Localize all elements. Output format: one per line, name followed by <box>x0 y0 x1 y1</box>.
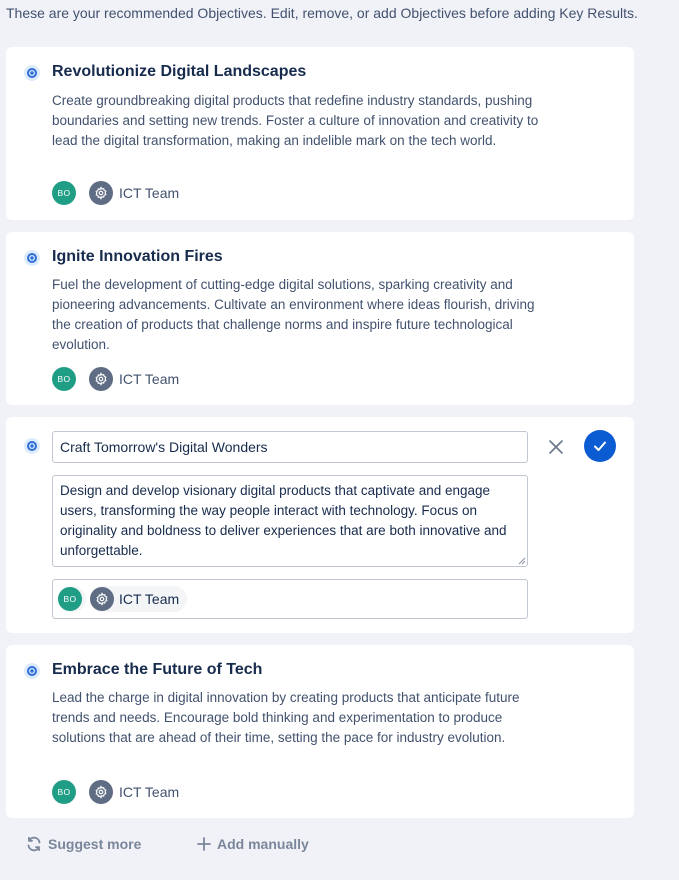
team-label: ICT Team <box>119 591 180 607</box>
objective-target-icon <box>24 65 40 81</box>
refresh-icon <box>27 836 41 852</box>
objective-target-icon <box>24 250 40 266</box>
gear-icon <box>89 181 113 205</box>
description-text: Design and develop visionary digital pro… <box>60 483 507 558</box>
resize-handle-icon[interactable] <box>518 557 526 565</box>
objective-card: Ignite Innovation Fires Fuel the develop… <box>6 232 634 405</box>
check-icon <box>594 441 606 451</box>
gear-icon <box>90 587 114 611</box>
objective-card: Revolutionize Digital Landscapes Create … <box>6 47 634 220</box>
owner-selector[interactable]: BO ICT Team <box>52 579 528 619</box>
objective-card: Embrace the Future of Tech Lead the char… <box>6 645 634 818</box>
team-label: ICT Team <box>119 784 180 800</box>
objective-target-icon <box>24 438 40 454</box>
objective-owners: BO ICT Team <box>52 780 179 804</box>
avatar[interactable]: BO <box>52 367 76 391</box>
objective-title-input[interactable]: Craft Tomorrow's Digital Wonders <box>52 431 528 463</box>
objective-title[interactable]: Embrace the Future of Tech <box>52 661 262 679</box>
objective-card-editing: Craft Tomorrow's Digital Wonders Design … <box>6 417 634 633</box>
suggest-more-button[interactable]: Suggest more <box>26 836 141 852</box>
objective-owners: BO ICT Team <box>52 367 179 391</box>
add-manually-label: Add manually <box>217 836 309 852</box>
objective-description[interactable]: Lead the charge in digital innovation by… <box>52 688 542 748</box>
add-manually-button[interactable]: Add manually <box>197 836 309 852</box>
plus-icon <box>197 837 211 851</box>
objective-description[interactable]: Fuel the development of cutting-edge dig… <box>52 275 542 355</box>
objective-owners: BO ICT Team <box>52 181 179 205</box>
team-chip[interactable]: ICT Team <box>90 586 188 612</box>
avatar[interactable]: BO <box>52 181 76 205</box>
objective-title[interactable]: Ignite Innovation Fires <box>52 248 223 266</box>
avatar: BO <box>58 587 82 611</box>
avatar[interactable]: BO <box>52 780 76 804</box>
objective-description-input[interactable]: Design and develop visionary digital pro… <box>52 475 528 567</box>
suggest-more-label: Suggest more <box>48 836 142 852</box>
owner-chip[interactable]: BO <box>58 586 86 612</box>
objective-description[interactable]: Create groundbreaking digital products t… <box>52 91 542 151</box>
team-label: ICT Team <box>119 371 180 387</box>
confirm-button[interactable] <box>584 430 616 462</box>
gear-icon <box>89 780 113 804</box>
close-icon <box>549 440 563 454</box>
gear-icon <box>89 367 113 391</box>
cancel-button[interactable] <box>544 431 568 463</box>
intro-text: These are your recommended Objectives. E… <box>6 5 638 21</box>
team-label: ICT Team <box>119 185 180 201</box>
objective-title[interactable]: Revolutionize Digital Landscapes <box>52 63 306 81</box>
objective-target-icon <box>24 663 40 679</box>
